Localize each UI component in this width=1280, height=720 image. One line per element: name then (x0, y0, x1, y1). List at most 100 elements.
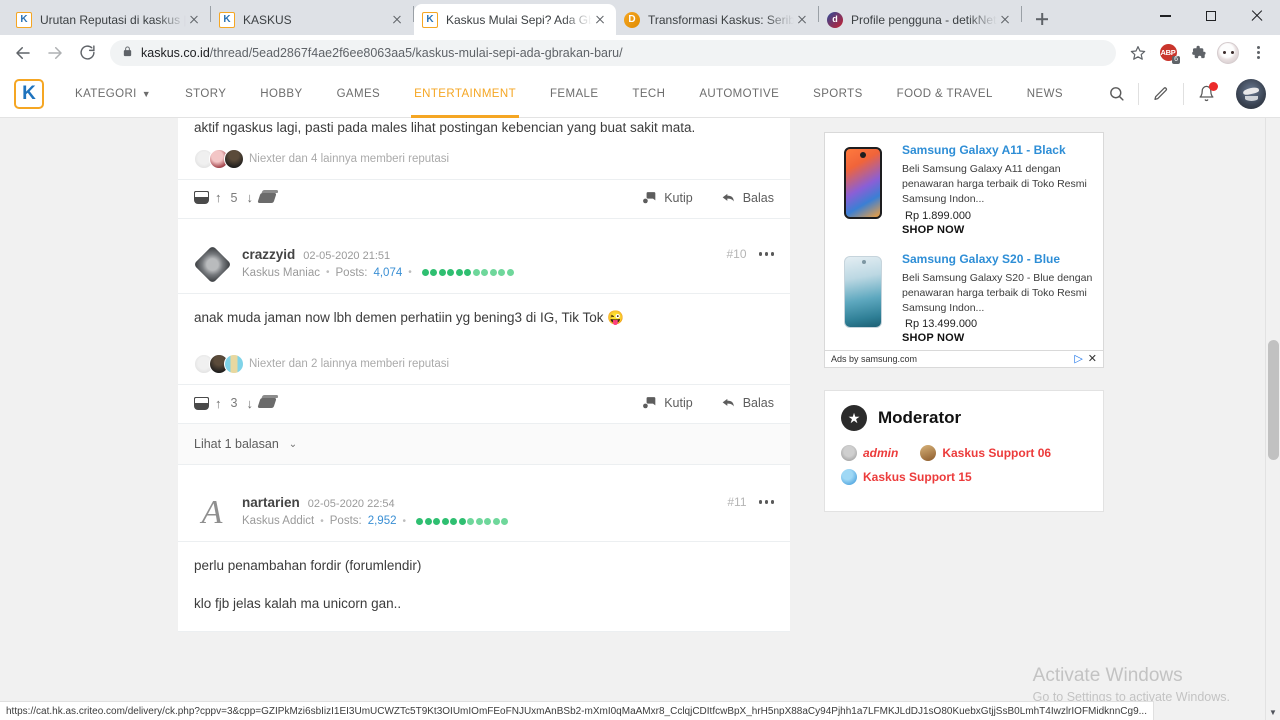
tab-close-icon[interactable] (389, 12, 405, 28)
post-number[interactable]: #10 (716, 247, 746, 261)
cendol-icon[interactable] (194, 191, 209, 205)
user-avatar[interactable] (1236, 78, 1266, 109)
post-username[interactable]: nartarien (242, 495, 300, 510)
post-meta-line: nartarien 02-05-2020 22:54 (242, 495, 709, 510)
nav-item-automotive[interactable]: AUTOMOTIVE (682, 70, 796, 118)
posts-count[interactable]: 4,074 (373, 267, 402, 279)
ad-title[interactable]: Samsung Galaxy A11 - Black (902, 143, 1094, 157)
ad-price: Rp 13.499.000 (905, 318, 978, 331)
bookmark-star-button[interactable] (1124, 39, 1152, 67)
ad-cta-label[interactable]: SHOP NOW (902, 332, 1094, 344)
browser-tab-3-active[interactable]: K Kaskus Mulai Sepi? Ada Gbraka (414, 4, 616, 35)
avatar[interactable] (224, 354, 244, 375)
extensions-button[interactable] (1184, 39, 1212, 67)
post-paragraph: klo fjb jelas kalah ma unicorn gan.. (194, 596, 402, 612)
profile-avatar (1217, 41, 1239, 64)
chrome-menu-button[interactable] (1244, 39, 1272, 67)
browser-tab-1[interactable]: K Urutan Reputasi di kaskus | KA (8, 4, 210, 35)
nav-item-story[interactable]: STORY (168, 70, 243, 118)
moderator-name[interactable]: Kaskus Support 15 (863, 470, 972, 484)
page-scrollbar[interactable]: ▲ ▼ (1265, 70, 1280, 720)
nav-item-food-travel[interactable]: FOOD & TRAVEL (880, 70, 1010, 118)
post-paragraph: anak muda jaman now lbh demen perhatiin … (194, 309, 625, 325)
new-tab-button[interactable] (1028, 5, 1056, 33)
browser-tab-5[interactable]: d Profile pengguna - detikNetwo (819, 4, 1021, 35)
post-paragraph: perlu penambahan fordir (forumlendir) (194, 558, 422, 574)
post-author-avatar[interactable]: A (194, 495, 230, 531)
browser-tab-title: Kaskus Mulai Sepi? Ada Gbraka (446, 12, 592, 27)
tab-close-icon[interactable] (186, 12, 202, 28)
back-button[interactable] (8, 38, 38, 68)
ad-item-2[interactable]: Samsung Galaxy S20 - Blue Beli Samsung G… (825, 242, 1103, 351)
moderator-name[interactable]: admin (863, 446, 898, 460)
nav-item-hobby[interactable]: HOBBY (243, 70, 319, 118)
nav-label: KATEGORI (75, 87, 137, 100)
thread-column: aktif ngaskus lagi, pasti pada males lih… (0, 118, 790, 720)
reputation-text: Niexter dan 4 lainnya memberi reputasi (249, 152, 450, 165)
tab-close-icon[interactable] (997, 12, 1013, 28)
nav-item-female[interactable]: FEMALE (533, 70, 615, 118)
tab-close-icon[interactable] (592, 12, 608, 28)
avatar[interactable] (224, 148, 244, 169)
nav-item-tech[interactable]: TECH (615, 70, 682, 118)
post-more-options-icon[interactable] (758, 500, 774, 504)
search-button[interactable] (1094, 70, 1138, 118)
reply-button[interactable]: Balas (721, 396, 774, 410)
nav-item-news[interactable]: NEWS (1010, 70, 1080, 118)
ad-item-1[interactable]: Samsung Galaxy A11 - Black Beli Samsung … (825, 133, 1103, 242)
upvote-icon[interactable]: ↑ (215, 397, 222, 410)
reload-button[interactable] (72, 38, 102, 68)
ad-price: Rp 1.899.000 (905, 209, 972, 222)
reply-button[interactable]: Balas (721, 191, 774, 205)
create-post-button[interactable] (1139, 70, 1183, 118)
scrollbar-thumb[interactable] (1268, 340, 1279, 460)
adblock-extension-button[interactable]: ABP 6 (1154, 39, 1182, 67)
moderator-name[interactable]: Kaskus Support 06 (942, 446, 1051, 460)
post-body: perlu penambahan fordir (forumlendir) kl… (178, 541, 790, 631)
close-window-button[interactable] (1234, 0, 1280, 32)
post-number[interactable]: #11 (717, 495, 746, 509)
browser-tab-2[interactable]: K KASKUS (211, 4, 413, 35)
separator-dot: • (408, 267, 412, 279)
posts-count[interactable]: 2,952 (368, 515, 397, 527)
nav-item-sports[interactable]: SPORTS (796, 70, 879, 118)
kaskus-logo-icon[interactable]: K (14, 78, 44, 109)
post-more-options-icon[interactable] (758, 252, 774, 256)
post-author-avatar[interactable] (194, 246, 230, 283)
notifications-button[interactable] (1184, 70, 1228, 118)
upvote-icon[interactable]: ↑ (215, 191, 222, 204)
ad-cta-label[interactable]: SHOP NOW (902, 224, 1094, 236)
address-bar[interactable]: kaskus.co.id/thread/5ead2867f4ae2f6ee806… (110, 39, 1116, 66)
browser-tab-title: Urutan Reputasi di kaskus | KA (40, 12, 186, 27)
tab-close-icon[interactable] (794, 12, 810, 28)
adchoices-icon[interactable]: ▷ (1074, 353, 1082, 365)
forward-button[interactable] (40, 38, 70, 68)
cendol-icon[interactable] (194, 396, 209, 410)
downvote-icon[interactable]: ↓ (246, 191, 253, 204)
maximize-button[interactable] (1188, 0, 1234, 32)
chrome-profile-button[interactable] (1214, 39, 1242, 67)
ad-title[interactable]: Samsung Galaxy S20 - Blue (902, 252, 1094, 266)
nav-item-kategori[interactable]: KATEGORI ▼ (58, 70, 168, 118)
separator-dot: • (402, 515, 407, 527)
reputation-text: Niexter dan 2 lainnya memberi reputasi (249, 358, 450, 371)
nav-item-entertainment[interactable]: ENTERTAINMENT (397, 70, 533, 118)
chevron-down-icon: ▼ (141, 88, 152, 99)
scroll-down-arrow-icon[interactable]: ▼ (1266, 705, 1280, 720)
quote-button[interactable]: Kutip (642, 396, 693, 410)
show-replies-button[interactable]: Lihat 1 balasan ⌄ (178, 423, 790, 465)
browser-tab-4[interactable]: D Transformasi Kaskus: Seribu Ca (616, 4, 818, 35)
avatar (841, 469, 857, 486)
bata-icon[interactable] (257, 192, 277, 203)
bata-icon[interactable] (257, 398, 277, 409)
user-rank: Kaskus Maniac (242, 266, 320, 279)
ad-attribution: Ads by samsung.com (831, 354, 918, 365)
ad-close-icon[interactable]: ✕ (1088, 353, 1097, 365)
post-meta-line: Kaskus Maniac • Posts: 4,074 • (242, 267, 708, 279)
nav-item-games[interactable]: GAMES (320, 70, 398, 118)
adblock-badge: 6 (1172, 55, 1180, 64)
quote-button[interactable]: Kutip (642, 191, 693, 205)
post-username[interactable]: crazzyid (242, 247, 295, 262)
downvote-icon[interactable]: ↓ (246, 397, 253, 410)
minimize-button[interactable] (1142, 0, 1188, 32)
